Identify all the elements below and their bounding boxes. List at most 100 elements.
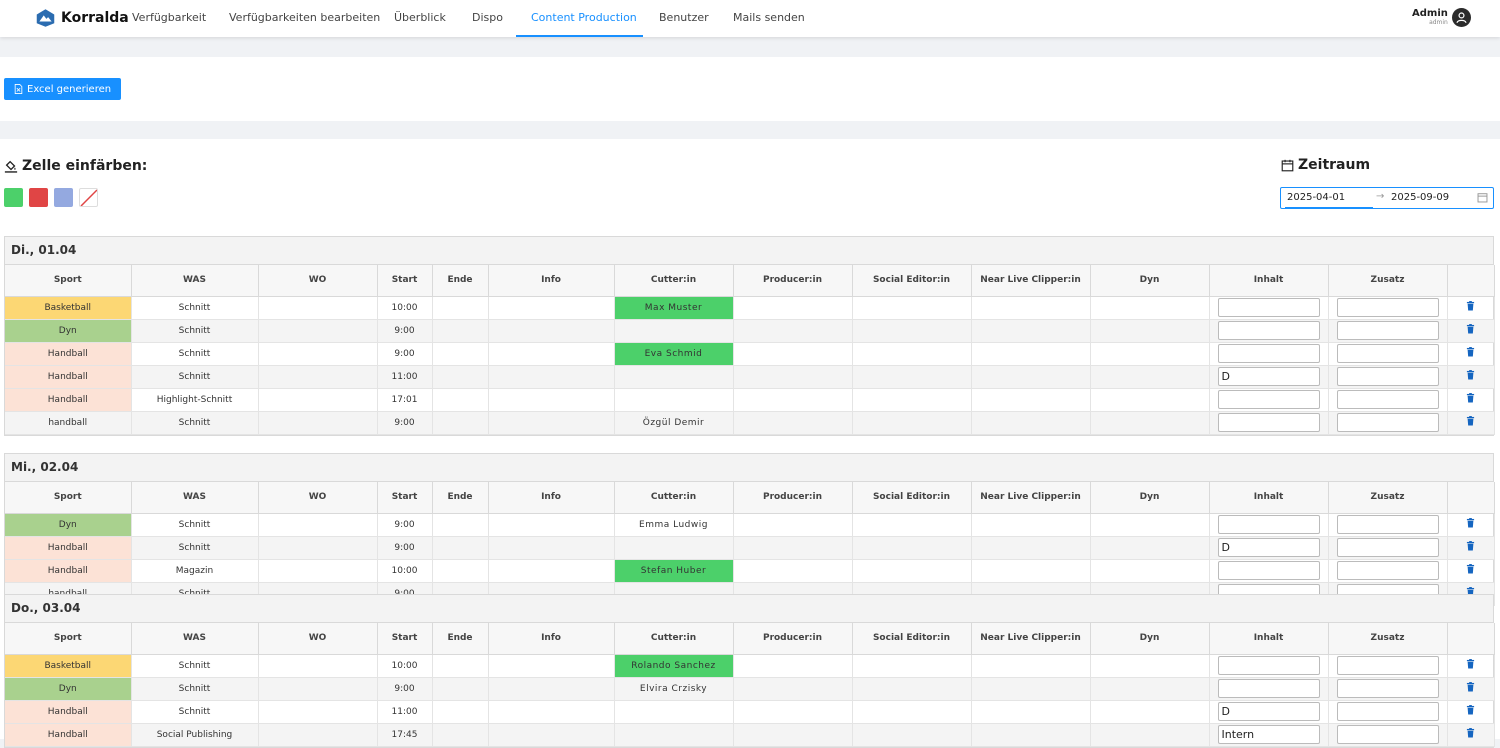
social-editor-cell[interactable] <box>852 342 972 366</box>
start-cell[interactable]: 9:00 <box>377 411 433 435</box>
sport-cell[interactable]: Handball <box>5 723 132 747</box>
was-cell[interactable]: Schnitt <box>131 365 259 389</box>
wo-cell[interactable] <box>258 559 378 583</box>
ende-cell[interactable] <box>432 559 489 583</box>
start-cell[interactable]: 17:45 <box>377 723 433 747</box>
near-live-clipper-cell[interactable] <box>971 654 1091 678</box>
near-live-clipper-cell[interactable] <box>971 411 1091 435</box>
was-cell[interactable]: Magazin <box>131 559 259 583</box>
was-cell[interactable]: Social Publishing <box>131 723 259 747</box>
cutter-cell[interactable]: Rolando Sanchez <box>614 654 734 678</box>
cutter-cell[interactable]: Özgül Demir <box>614 411 734 435</box>
nav-mails-senden[interactable]: Mails senden <box>733 0 805 37</box>
was-cell[interactable]: Schnitt <box>131 677 259 701</box>
wo-cell[interactable] <box>258 388 378 412</box>
social-editor-cell[interactable] <box>852 365 972 389</box>
was-cell[interactable]: Schnitt <box>131 654 259 678</box>
color-swatch-none[interactable] <box>79 188 98 207</box>
zusatz-input[interactable] <box>1336 321 1439 340</box>
cutter-cell[interactable] <box>614 388 734 412</box>
near-live-clipper-cell[interactable] <box>971 559 1091 583</box>
dyn-cell[interactable] <box>1090 677 1210 701</box>
social-editor-cell[interactable] <box>852 677 972 701</box>
trash-icon[interactable] <box>1466 541 1475 551</box>
nav-verfuegbarkeit[interactable]: Verfügbarkeit <box>132 0 206 37</box>
sport-cell[interactable]: Handball <box>5 365 132 389</box>
inhalt-input[interactable] <box>1217 298 1320 317</box>
color-swatch-red[interactable] <box>29 188 48 207</box>
social-editor-cell[interactable] <box>852 319 972 343</box>
zusatz-input[interactable] <box>1336 538 1439 557</box>
sport-cell[interactable]: Handball <box>5 559 132 583</box>
ende-cell[interactable] <box>432 388 489 412</box>
sport-cell[interactable]: Handball <box>5 388 132 412</box>
sport-cell[interactable]: Dyn <box>5 319 132 343</box>
near-live-clipper-cell[interactable] <box>971 536 1091 560</box>
ende-cell[interactable] <box>432 319 489 343</box>
wo-cell[interactable] <box>258 342 378 366</box>
producer-cell[interactable] <box>733 342 853 366</box>
near-live-clipper-cell[interactable] <box>971 700 1091 724</box>
social-editor-cell[interactable] <box>852 388 972 412</box>
zusatz-input[interactable] <box>1336 561 1439 580</box>
nav-dispo[interactable]: Dispo <box>472 0 503 37</box>
info-cell[interactable] <box>488 342 615 366</box>
ende-cell[interactable] <box>432 342 489 366</box>
brand-logo[interactable]: Korralda <box>35 6 129 30</box>
trash-icon[interactable] <box>1466 659 1475 669</box>
zusatz-input[interactable] <box>1336 344 1439 363</box>
color-swatch-green[interactable] <box>4 188 23 207</box>
cutter-cell[interactable] <box>614 536 734 560</box>
wo-cell[interactable] <box>258 513 378 537</box>
producer-cell[interactable] <box>733 536 853 560</box>
dyn-cell[interactable] <box>1090 654 1210 678</box>
zusatz-input[interactable] <box>1336 390 1439 409</box>
dyn-cell[interactable] <box>1090 513 1210 537</box>
social-editor-cell[interactable] <box>852 654 972 678</box>
info-cell[interactable] <box>488 365 615 389</box>
color-swatch-blue[interactable] <box>54 188 73 207</box>
was-cell[interactable]: Schnitt <box>131 700 259 724</box>
was-cell[interactable]: Schnitt <box>131 296 259 320</box>
producer-cell[interactable] <box>733 723 853 747</box>
inhalt-input[interactable]: Intern <box>1217 725 1320 744</box>
start-cell[interactable]: 9:00 <box>377 677 433 701</box>
ende-cell[interactable] <box>432 536 489 560</box>
wo-cell[interactable] <box>258 365 378 389</box>
start-cell[interactable]: 11:00 <box>377 365 433 389</box>
inhalt-input[interactable] <box>1217 515 1320 534</box>
inhalt-input[interactable] <box>1217 413 1320 432</box>
dyn-cell[interactable] <box>1090 342 1210 366</box>
wo-cell[interactable] <box>258 700 378 724</box>
info-cell[interactable] <box>488 319 615 343</box>
social-editor-cell[interactable] <box>852 559 972 583</box>
dyn-cell[interactable] <box>1090 700 1210 724</box>
sport-cell[interactable]: Basketball <box>5 296 132 320</box>
zusatz-input[interactable] <box>1336 515 1439 534</box>
start-cell[interactable]: 10:00 <box>377 296 433 320</box>
info-cell[interactable] <box>488 677 615 701</box>
was-cell[interactable]: Schnitt <box>131 342 259 366</box>
trash-icon[interactable] <box>1466 564 1475 574</box>
inhalt-input[interactable] <box>1217 679 1320 698</box>
producer-cell[interactable] <box>733 388 853 412</box>
inhalt-input[interactable] <box>1217 344 1320 363</box>
producer-cell[interactable] <box>733 513 853 537</box>
ende-cell[interactable] <box>432 296 489 320</box>
social-editor-cell[interactable] <box>852 296 972 320</box>
sport-cell[interactable]: Dyn <box>5 677 132 701</box>
zusatz-input[interactable] <box>1336 656 1439 675</box>
producer-cell[interactable] <box>733 559 853 583</box>
trash-icon[interactable] <box>1466 347 1475 357</box>
info-cell[interactable] <box>488 723 615 747</box>
nav-content-production[interactable]: Content Production <box>531 0 637 37</box>
zusatz-input[interactable] <box>1336 679 1439 698</box>
producer-cell[interactable] <box>733 677 853 701</box>
info-cell[interactable] <box>488 536 615 560</box>
near-live-clipper-cell[interactable] <box>971 342 1091 366</box>
ende-cell[interactable] <box>432 700 489 724</box>
cutter-cell[interactable]: Emma Ludwig <box>614 513 734 537</box>
cutter-cell[interactable]: Elvira Crzisky <box>614 677 734 701</box>
producer-cell[interactable] <box>733 296 853 320</box>
sport-cell[interactable]: Basketball <box>5 654 132 678</box>
